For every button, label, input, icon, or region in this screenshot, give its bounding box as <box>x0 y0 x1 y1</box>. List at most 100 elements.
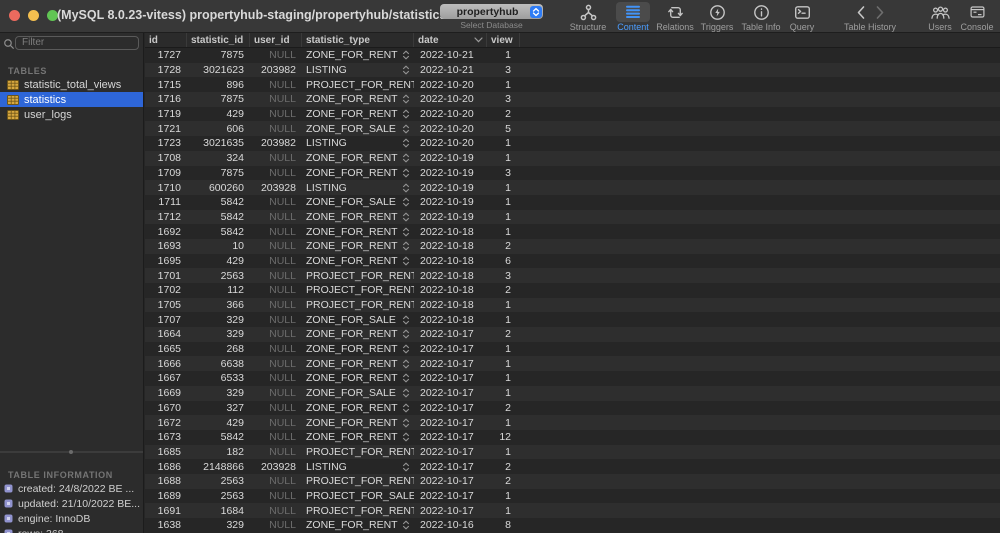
cell-statistic_id[interactable]: 429 <box>187 254 250 269</box>
cell-statistic_type[interactable]: PROJECT_FOR_RENT <box>302 474 414 489</box>
cell-id[interactable]: 1665 <box>145 342 187 357</box>
cell-date[interactable]: 2022-10-18 <box>414 312 487 327</box>
toolbar-item-query[interactable]: Query <box>786 2 818 32</box>
table-row[interactable]: 17277875NULLZONE_FOR_RENT2022-10-211 <box>145 48 1000 63</box>
cell-statistic_type[interactable]: PROJECT_FOR_SALE <box>302 489 414 504</box>
cell-user_id[interactable]: NULL <box>250 48 302 63</box>
cell-statistic_type[interactable]: PROJECT_FOR_RENT <box>302 445 414 460</box>
cell-id[interactable]: 1701 <box>145 268 187 283</box>
cell-date[interactable]: 2022-10-18 <box>414 283 487 298</box>
cell-id[interactable]: 1716 <box>145 92 187 107</box>
cell-view[interactable]: 1 <box>487 77 520 92</box>
cell-statistic_type[interactable]: LISTING <box>302 136 414 151</box>
cell-view[interactable]: 1 <box>487 151 520 166</box>
cell-statistic_type[interactable]: ZONE_FOR_RENT <box>302 327 414 342</box>
cell-id[interactable]: 1672 <box>145 415 187 430</box>
cell-statistic_id[interactable]: 896 <box>187 77 250 92</box>
cell-id[interactable]: 1715 <box>145 77 187 92</box>
cell-date[interactable]: 2022-10-17 <box>414 327 487 342</box>
cell-statistic_type[interactable]: PROJECT_FOR_RENT <box>302 298 414 313</box>
cell-statistic_id[interactable]: 3021635 <box>187 136 250 151</box>
column-header-user_id[interactable]: user_id <box>250 33 302 47</box>
cell-id[interactable]: 1728 <box>145 63 187 78</box>
cell-user_id[interactable]: NULL <box>250 77 302 92</box>
cell-id[interactable]: 1673 <box>145 430 187 445</box>
cell-view[interactable]: 1 <box>487 386 520 401</box>
cell-user_id[interactable]: NULL <box>250 121 302 136</box>
cell-date[interactable]: 2022-10-21 <box>414 48 487 63</box>
table-row[interactable]: 16892563NULLPROJECT_FOR_SALE2022-10-171 <box>145 489 1000 504</box>
cell-id[interactable]: 1705 <box>145 298 187 313</box>
cell-statistic_id[interactable]: 7875 <box>187 48 250 63</box>
cell-statistic_type[interactable]: ZONE_FOR_SALE <box>302 121 414 136</box>
cell-date[interactable]: 2022-10-21 <box>414 63 487 78</box>
cell-statistic_id[interactable]: 10 <box>187 239 250 254</box>
cell-date[interactable]: 2022-10-17 <box>414 445 487 460</box>
cell-view[interactable]: 1 <box>487 48 520 63</box>
cell-view[interactable]: 6 <box>487 254 520 269</box>
sidebar-splitter[interactable] <box>0 451 143 453</box>
cell-statistic_id[interactable]: 6638 <box>187 356 250 371</box>
cell-user_id[interactable]: NULL <box>250 254 302 269</box>
cell-statistic_type[interactable]: ZONE_FOR_RENT <box>302 254 414 269</box>
table-row[interactable]: 1672429NULLZONE_FOR_RENT2022-10-171 <box>145 415 1000 430</box>
cell-statistic_type[interactable]: ZONE_FOR_RENT <box>302 151 414 166</box>
toolbar-item-table-history[interactable]: Table History <box>838 2 902 32</box>
table-row[interactable]: 17233021635203982LISTING2022-10-201 <box>145 136 1000 151</box>
cell-date[interactable]: 2022-10-17 <box>414 401 487 416</box>
cell-date[interactable]: 2022-10-20 <box>414 107 487 122</box>
cell-statistic_id[interactable]: 1684 <box>187 503 250 518</box>
cell-statistic_id[interactable]: 329 <box>187 312 250 327</box>
cell-user_id[interactable]: NULL <box>250 503 302 518</box>
cell-view[interactable]: 3 <box>487 92 520 107</box>
cell-view[interactable]: 12 <box>487 430 520 445</box>
cell-id[interactable]: 1689 <box>145 489 187 504</box>
table-row[interactable]: 1702112NULLPROJECT_FOR_RENT2022-10-182 <box>145 283 1000 298</box>
cell-user_id[interactable]: NULL <box>250 151 302 166</box>
cell-user_id[interactable]: NULL <box>250 283 302 298</box>
cell-statistic_id[interactable]: 327 <box>187 401 250 416</box>
toolbar-item-relations[interactable]: Relations <box>651 2 699 32</box>
cell-statistic_type[interactable]: ZONE_FOR_RENT <box>302 401 414 416</box>
cell-date[interactable]: 2022-10-18 <box>414 268 487 283</box>
cell-id[interactable]: 1710 <box>145 180 187 195</box>
cell-user_id[interactable]: NULL <box>250 489 302 504</box>
table-row[interactable]: 1707329NULLZONE_FOR_SALE2022-10-181 <box>145 312 1000 327</box>
table-row[interactable]: 169310NULLZONE_FOR_RENT2022-10-182 <box>145 239 1000 254</box>
cell-user_id[interactable]: NULL <box>250 195 302 210</box>
cell-statistic_id[interactable]: 2148866 <box>187 459 250 474</box>
cell-statistic_id[interactable]: 324 <box>187 151 250 166</box>
cell-date[interactable]: 2022-10-18 <box>414 224 487 239</box>
cell-id[interactable]: 1670 <box>145 401 187 416</box>
cell-id[interactable]: 1688 <box>145 474 187 489</box>
cell-view[interactable]: 1 <box>487 489 520 504</box>
cell-date[interactable]: 2022-10-16 <box>414 518 487 533</box>
cell-date[interactable]: 2022-10-19 <box>414 151 487 166</box>
cell-user_id[interactable]: NULL <box>250 386 302 401</box>
table-row[interactable]: 17125842NULLZONE_FOR_RENT2022-10-191 <box>145 210 1000 225</box>
cell-id[interactable]: 1667 <box>145 371 187 386</box>
cell-user_id[interactable]: NULL <box>250 92 302 107</box>
column-header-view[interactable]: view <box>487 33 520 47</box>
cell-statistic_type[interactable]: ZONE_FOR_SALE <box>302 312 414 327</box>
cell-statistic_type[interactable]: PROJECT_FOR_RENT <box>302 77 414 92</box>
table-row[interactable]: 16666638NULLZONE_FOR_RENT2022-10-171 <box>145 356 1000 371</box>
toolbar-item-users[interactable]: Users <box>920 2 960 32</box>
cell-view[interactable]: 1 <box>487 312 520 327</box>
cell-id[interactable]: 1692 <box>145 224 187 239</box>
table-row[interactable]: 16676533NULLZONE_FOR_RENT2022-10-171 <box>145 371 1000 386</box>
cell-user_id[interactable]: NULL <box>250 356 302 371</box>
table-row[interactable]: 17097875NULLZONE_FOR_RENT2022-10-193 <box>145 166 1000 181</box>
cell-date[interactable]: 2022-10-19 <box>414 210 487 225</box>
cell-statistic_type[interactable]: ZONE_FOR_RENT <box>302 92 414 107</box>
cell-date[interactable]: 2022-10-20 <box>414 92 487 107</box>
toolbar-item-table-info[interactable]: Table Info <box>736 2 786 32</box>
table-row[interactable]: 1665268NULLZONE_FOR_RENT2022-10-171 <box>145 342 1000 357</box>
sidebar-item-statistics[interactable]: statistics <box>0 92 143 107</box>
cell-user_id[interactable]: 203928 <box>250 459 302 474</box>
cell-view[interactable]: 8 <box>487 518 520 533</box>
cell-user_id[interactable]: NULL <box>250 327 302 342</box>
cell-statistic_type[interactable]: ZONE_FOR_RENT <box>302 356 414 371</box>
cell-view[interactable]: 2 <box>487 239 520 254</box>
cell-view[interactable]: 1 <box>487 210 520 225</box>
